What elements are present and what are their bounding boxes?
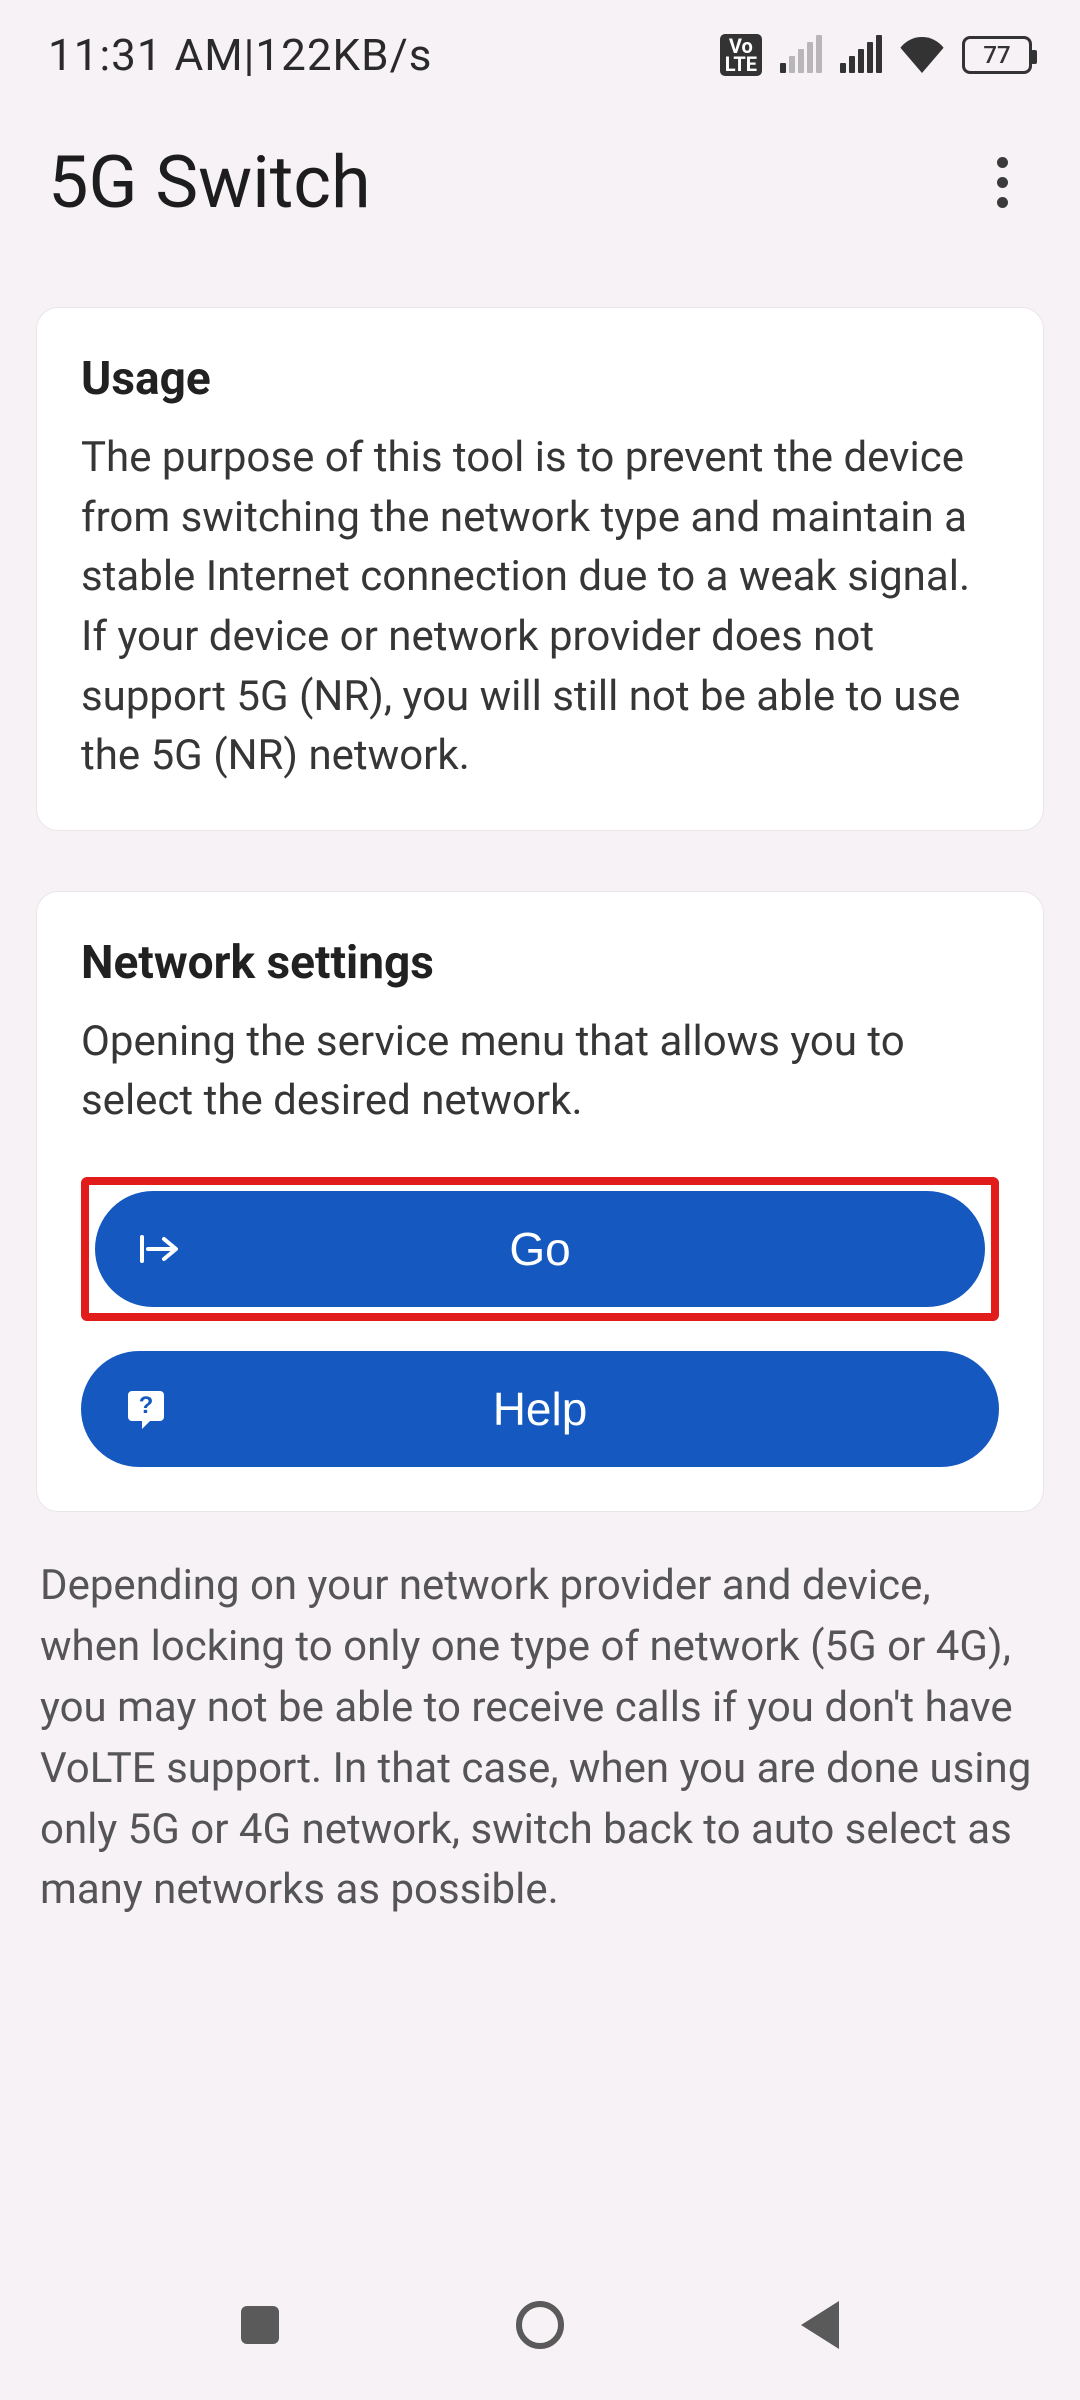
status-bar: 11:31 AM | 122KB/s VoLTE 77 — [0, 0, 1080, 110]
status-data-rate: 122KB/s — [255, 29, 432, 81]
network-card-title: Network settings — [81, 936, 999, 990]
more-vertical-icon — [997, 157, 1008, 208]
more-options-button[interactable] — [972, 153, 1032, 213]
go-button-highlight: Go — [81, 1177, 999, 1321]
network-card-body: Opening the service menu that allows you… — [81, 1012, 999, 1131]
go-button[interactable]: Go — [95, 1191, 985, 1307]
network-settings-card: Network settings Opening the service men… — [36, 891, 1044, 1512]
footer-note: Depending on your network provider and d… — [40, 1556, 1040, 1921]
status-right: VoLTE 77 — [720, 34, 1032, 76]
system-navigation-bar — [0, 2250, 1080, 2400]
battery-percent: 77 — [983, 41, 1010, 69]
help-button[interactable]: ? Help — [81, 1351, 999, 1467]
signal-icon-sim2 — [840, 37, 882, 73]
nav-back-button[interactable] — [785, 2290, 855, 2360]
wifi-icon — [900, 37, 944, 73]
square-icon — [241, 2306, 279, 2344]
help-button-label: Help — [121, 1382, 959, 1436]
nav-home-button[interactable] — [505, 2290, 575, 2360]
app-bar: 5G Switch — [0, 110, 1080, 285]
triangle-back-icon — [801, 2301, 839, 2349]
nav-recent-button[interactable] — [225, 2290, 295, 2360]
status-left: 11:31 AM | 122KB/s — [48, 29, 432, 81]
go-button-label: Go — [135, 1222, 945, 1276]
status-separator: | — [244, 29, 256, 81]
battery-icon: 77 — [962, 36, 1032, 74]
volte-icon: VoLTE — [720, 34, 762, 76]
usage-card-title: Usage — [81, 352, 999, 406]
page-title: 5G Switch — [48, 140, 371, 225]
status-time: 11:31 AM — [48, 29, 244, 81]
circle-icon — [516, 2301, 564, 2349]
signal-icon-sim1 — [780, 37, 822, 73]
usage-card-body: The purpose of this tool is to prevent t… — [81, 428, 999, 786]
usage-card: Usage The purpose of this tool is to pre… — [36, 307, 1044, 831]
